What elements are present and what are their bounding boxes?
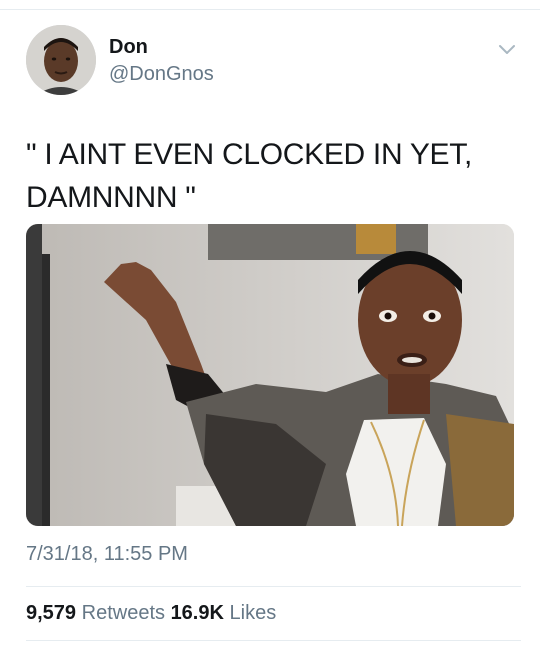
divider	[26, 640, 521, 641]
retweets-count[interactable]: 9,579	[26, 602, 76, 624]
divider	[26, 586, 521, 587]
tweet-media-image[interactable]	[26, 224, 514, 526]
avatar-image	[26, 25, 96, 95]
chevron-down-icon[interactable]	[496, 38, 518, 60]
tweet-text-line: DAMNNNN "	[26, 181, 196, 214]
retweets-label[interactable]: Retweets	[82, 602, 165, 624]
tweet-text: " I AINT EVEN CLOCKED IN YET, DAMNNNN "	[26, 133, 516, 219]
likes-count[interactable]: 16.9K	[171, 602, 224, 624]
avatar[interactable]	[26, 25, 96, 95]
tweet-text-line: " I AINT EVEN CLOCKED IN YET,	[26, 138, 472, 171]
tweet-timestamp[interactable]: 7/31/18, 11:55 PM	[26, 542, 188, 566]
media-photo	[26, 224, 514, 526]
top-divider	[0, 9, 540, 10]
tweet-stats: 9,579 Retweets 16.9K Likes	[26, 601, 276, 625]
display-name[interactable]: Don	[109, 35, 148, 59]
likes-label[interactable]: Likes	[230, 602, 277, 624]
user-handle[interactable]: @DonGnos	[109, 62, 214, 86]
